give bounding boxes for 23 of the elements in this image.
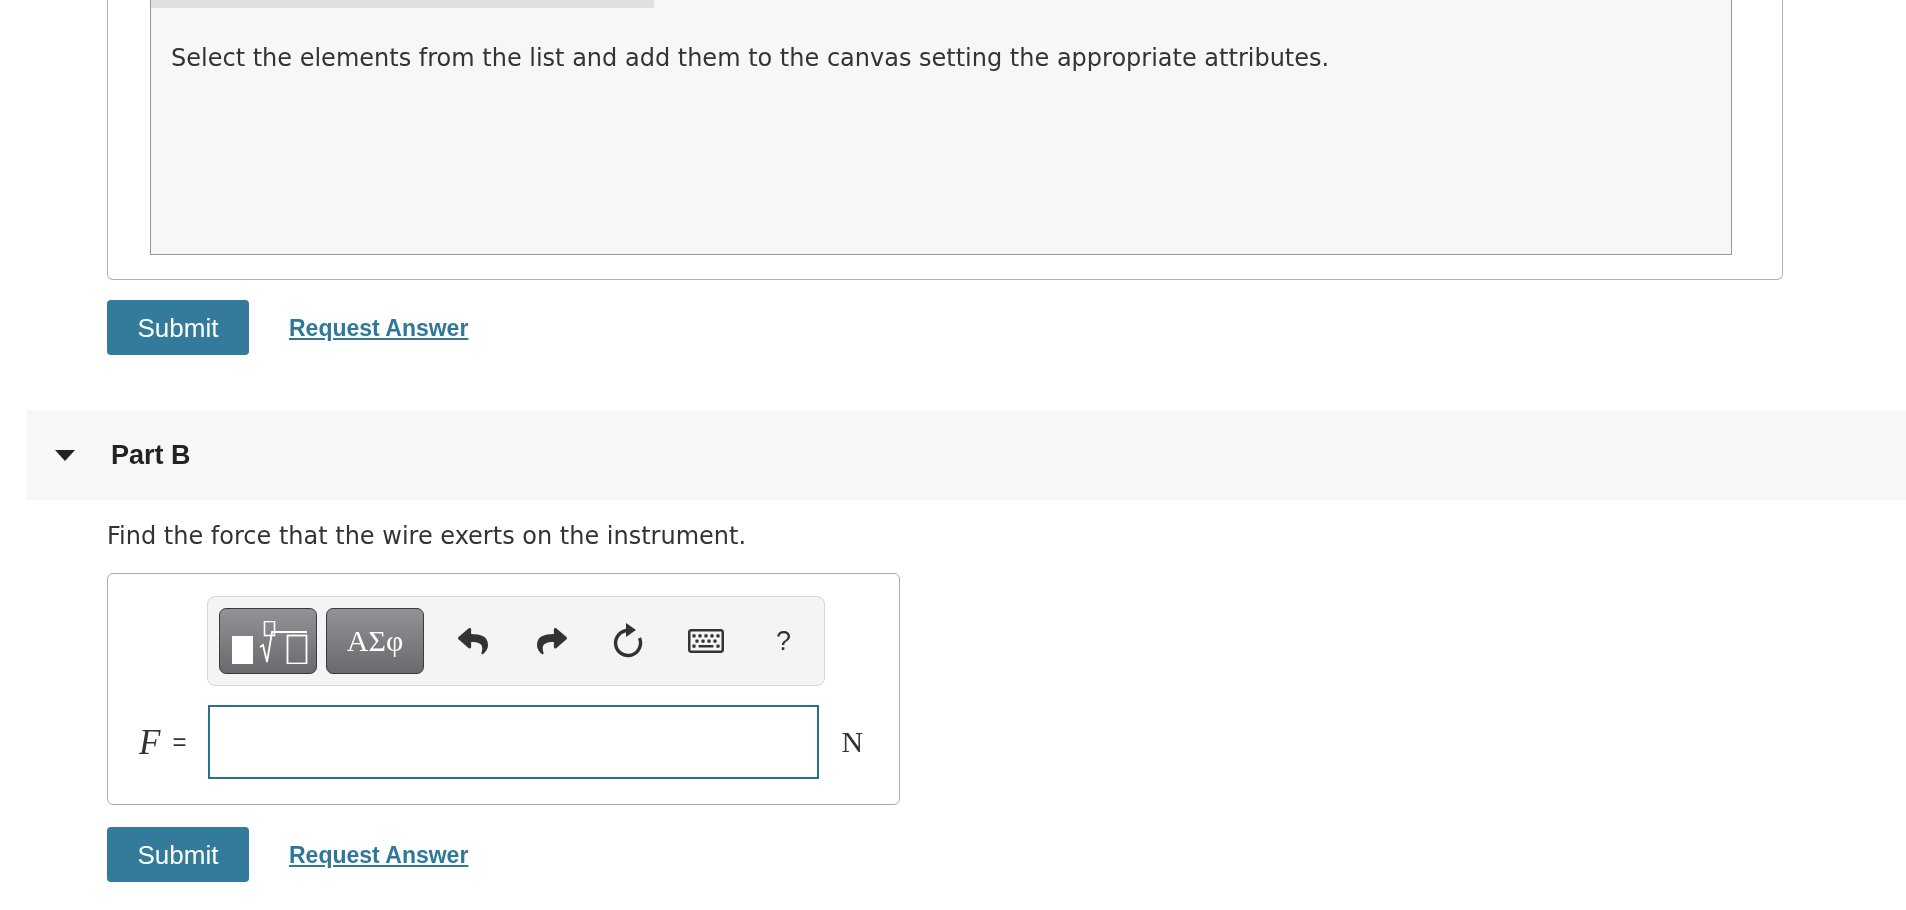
variable-label: F [139, 724, 161, 760]
unit-label: N [841, 727, 864, 757]
undo-button[interactable] [458, 626, 488, 656]
part-header[interactable]: Part B [27, 410, 1906, 500]
answer-input[interactable] [208, 705, 820, 779]
caret-down-icon[interactable] [55, 449, 75, 461]
part-title: Part B [111, 438, 191, 472]
help-button[interactable]: ? [776, 627, 792, 655]
submit-button[interactable]: Submit [107, 827, 249, 882]
question-text: Find the force that the wire exerts on the instrument. [107, 521, 747, 551]
equals-sign: = [172, 730, 187, 754]
request-answer-link[interactable]: Request Answer [289, 313, 469, 342]
square-root-template-icon [232, 620, 308, 664]
submit-button[interactable]: Submit [107, 300, 249, 355]
redo-button[interactable] [537, 626, 567, 656]
templates-button[interactable] [219, 608, 317, 674]
symbols-button[interactable]: ΑΣφ [326, 608, 424, 674]
request-answer-link[interactable]: Request Answer [289, 840, 469, 869]
undo-icon [458, 626, 488, 656]
reset-icon [612, 623, 644, 659]
canvas-instructions: Select the elements from the list and add them to the canvas setting the appropriate attributes. [171, 43, 1330, 73]
reset-button[interactable] [612, 623, 644, 659]
redo-icon [537, 626, 567, 656]
